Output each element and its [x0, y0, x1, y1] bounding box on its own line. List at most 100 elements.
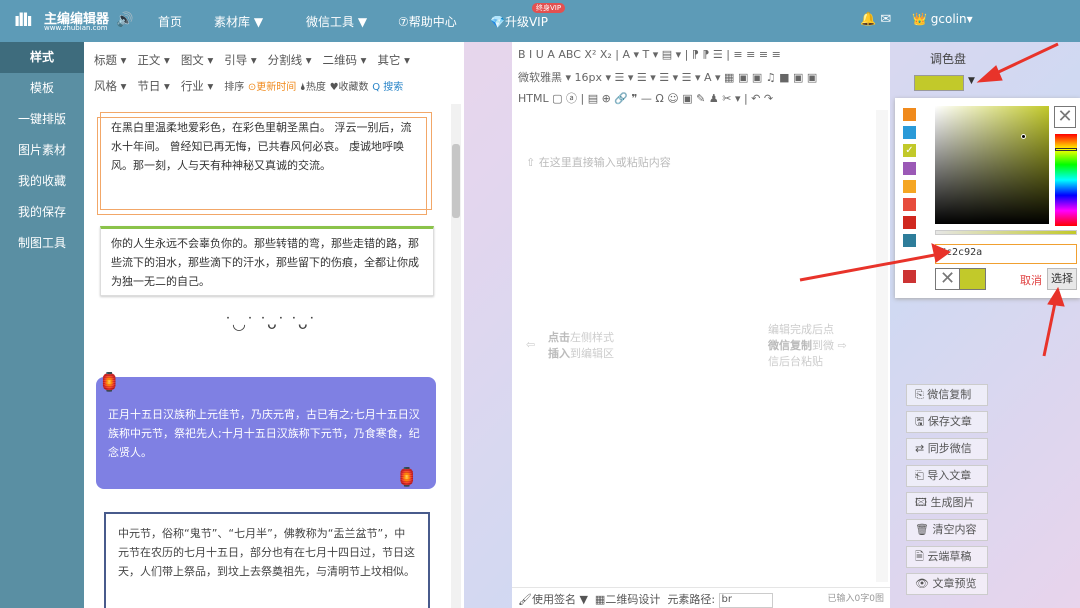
filter-qrcode[interactable]: 二维码 ▾ [323, 53, 367, 67]
arrow-left-icon: ⇦ [526, 338, 536, 351]
filter-style[interactable]: 风格 ▾ [94, 79, 126, 93]
sidebar-item-images[interactable]: 图片素材 [0, 135, 84, 166]
bell-icon[interactable]: 🔔 [860, 12, 876, 27]
styles-scrollbar[interactable] [451, 104, 461, 608]
palette-current-color[interactable] [914, 75, 964, 91]
filter-divider[interactable]: 分割线 ▾ [268, 53, 312, 67]
swatch-amber[interactable] [903, 180, 916, 193]
swatch-crimson[interactable] [903, 270, 916, 283]
sort-label: 排序 [224, 82, 245, 93]
chick-decoration[interactable]: ˙◡˙ ˙ᴗ˙ ˙ᴗ˙ [224, 314, 316, 333]
hex-input[interactable]: #c2c92a [935, 244, 1077, 264]
sidebar-item-styles[interactable]: 样式 [0, 42, 84, 73]
saturation-field[interactable] [935, 106, 1049, 224]
sort-update-time[interactable]: ⊙更新时间 [248, 82, 296, 93]
swatch-dark-red[interactable] [903, 216, 916, 229]
hint-right: 编辑完成后点 微信复制到微 ⇨ 信后台粘贴 [768, 323, 847, 368]
filter-title[interactable]: 标题 ▾ [94, 53, 126, 67]
style-card-1[interactable]: 在黑白里温柔地爱彩色，在彩色里朝圣黑白。 浮云一别后，流水十年间。 曾经知已再无… [97, 112, 432, 215]
filter-guide[interactable]: 引导 ▾ [224, 53, 256, 67]
sidebar-item-saved[interactable]: 我的保存 [0, 197, 84, 228]
mail-icon[interactable]: ✉ [880, 12, 891, 27]
style-card-4[interactable]: 中元节，俗称“鬼节”、“七月半”，佛教称为“盂兰盆节”，中元节在农历的七月十五日… [104, 512, 430, 608]
editor-toolbar-row-3[interactable]: HTML ▢ ⓐ | ▤ ⊕ 🔗 ❞ — Ω ☺ ▣ ✎ ♟ ✂ ▾ | ↶ ↷ [518, 90, 773, 106]
arrow-right-icon: ⇨ [837, 339, 847, 352]
cloud-draft-button[interactable]: 🗎 云端草稿 [906, 546, 988, 568]
editor-placeholder: ⇧ 在这里直接输入或粘贴内容 [526, 156, 671, 169]
styles-panel: 标题 ▾ 正文 ▾ 图文 ▾ 引导 ▾ 分割线 ▾ 二维码 ▾ 其它 ▾ 风格 … [84, 42, 464, 608]
style-card-2[interactable]: 你的人生永远不会辜负你的。那些转错的弯，那些走错的路，那些流下的泪水，那些滴下的… [100, 226, 434, 296]
editor-toolbar-row-2[interactable]: 微软雅黑 ▾ 16px ▾ ☰ ▾ ☰ ▾ ☰ ▾ ☰ ▾ A ▾ ▦ ▣ ▣ … [518, 69, 817, 85]
previous-color-none[interactable]: ✕ [935, 268, 960, 290]
arrow-to-swatch [989, 42, 1059, 78]
logo[interactable]: ıllı 主编编辑器 www.zhubian.com [14, 8, 114, 34]
speaker-icon[interactable]: 🔊 [116, 12, 133, 28]
arrow-to-choose [1042, 297, 1058, 357]
hue-slider[interactable] [1055, 134, 1077, 226]
import-article-button[interactable]: ⎗ 导入文章 [906, 465, 988, 487]
article-preview-button[interactable]: 👁 文章预览 [906, 573, 988, 595]
avatar-icon: 👑 [912, 12, 927, 26]
nav-help[interactable]: ⑦帮助中心 [398, 13, 457, 30]
left-sidebar: 样式 模板 一键排版 图片素材 我的收藏 我的保存 制图工具 [0, 42, 84, 608]
swatch-blue[interactable] [903, 126, 916, 139]
lantern-icon: 🏮 [395, 467, 418, 488]
filter-image-text[interactable]: 图文 ▾ [181, 53, 213, 67]
sidebar-item-auto-layout[interactable]: 一键排版 [0, 104, 84, 135]
username: gcolin▾ [930, 12, 973, 26]
qrcode-design-button[interactable]: ▦二维码设计 [595, 593, 660, 606]
sidebar-item-templates[interactable]: 模板 [0, 73, 84, 104]
clear-content-button[interactable]: 🗑 清空内容 [906, 519, 988, 541]
cancel-button[interactable]: 取消 [1020, 272, 1042, 288]
choose-button[interactable]: 选择 [1047, 268, 1077, 290]
hue-marker[interactable] [1055, 148, 1077, 151]
editor-content-area[interactable]: ⇧ 在这里直接输入或粘贴内容 ⇦ 点击左侧样式 插入到编辑区 编辑完成后点 微信… [512, 110, 890, 582]
signature-button[interactable]: 🖌使用签名 ▼ [518, 593, 588, 606]
swatch-olive-selected[interactable]: ✓ [903, 144, 916, 157]
char-count: 已输入0字0图 [827, 594, 884, 604]
alpha-slider[interactable] [935, 230, 1077, 235]
editor-toolbar-row-1[interactable]: B I U A ABC X² X₂ | A ▾ T ▾ ▤ ▾ | ⁋ ⁋ ☰ … [518, 48, 781, 61]
sort-popularity[interactable]: 🌢热度 [300, 82, 326, 93]
editor-panel: B I U A ABC X² X₂ | A ▾ T ▾ ▤ ▾ | ⁋ ⁋ ☰ … [512, 42, 890, 608]
editor-footer: 🖌使用签名 ▼ ▦二维码设计 元素路径: br 已输入0字0图 [512, 587, 890, 608]
sync-wechat-button[interactable]: ⇄ 同步微信 [906, 438, 988, 460]
swatch-teal[interactable] [903, 234, 916, 247]
sidebar-item-favorites[interactable]: 我的收藏 [0, 166, 84, 197]
color-picker-popup: ✓ ✕ #c2c92a ✕ 取消 选择 [895, 98, 1080, 298]
generate-image-button[interactable]: 🖾 生成图片 [906, 492, 988, 514]
card-4-text: 中元节，俗称“鬼节”、“七月半”，佛教称为“盂兰盆节”，中元节在农历的七月十五日… [118, 527, 415, 578]
filter-other[interactable]: 其它 ▾ [377, 53, 409, 67]
card-3-text: 正月十五日汉族称上元佳节，乃庆元宵，古已有之;七月十五日汉族称中元节，祭祀先人;… [108, 408, 420, 459]
wechat-copy-button[interactable]: ⎘ 微信复制 [906, 384, 988, 406]
filter-festival[interactable]: 节日 ▾ [137, 79, 169, 93]
logo-url: www.zhubian.com [44, 24, 108, 32]
scrollbar-thumb[interactable] [452, 144, 460, 218]
no-color-button[interactable]: ✕ [1054, 106, 1076, 128]
swatch-purple[interactable] [903, 162, 916, 175]
save-article-button[interactable]: 🖫 保存文章 [906, 411, 988, 433]
nav-home[interactable]: 首页 [158, 13, 182, 30]
vip-badge: 终身VIP [532, 3, 566, 13]
palette-dropdown-icon[interactable]: ▼ [968, 76, 975, 86]
top-bar: ıllı 主编编辑器 www.zhubian.com 🔊 首页 素材库 ▼ 微信… [0, 0, 1080, 42]
editor-scrollbar[interactable] [876, 110, 888, 582]
filter-row-2: 风格 ▾ 节日 ▾ 行业 ▾ 排序 ⊙更新时间 🌢热度 ♥收藏数 Q 搜索 [94, 78, 403, 94]
swatch-red[interactable] [903, 198, 916, 211]
search-button[interactable]: Q 搜索 [372, 82, 403, 93]
nav-materials[interactable]: 素材库 ▼ [214, 13, 263, 30]
nav-wechat-tools[interactable]: 微信工具 ▼ [306, 13, 367, 30]
user-menu[interactable]: 👑 gcolin▾ [912, 12, 973, 26]
element-path-label: 元素路径: [667, 593, 716, 606]
saturation-cursor[interactable] [1021, 134, 1026, 139]
swatch-orange[interactable] [903, 108, 916, 121]
filter-industry[interactable]: 行业 ▾ [181, 79, 213, 93]
style-card-3[interactable]: 正月十五日汉族称上元佳节，乃庆元宵，古已有之;七月十五日汉族称中元节，祭祀先人;… [96, 373, 436, 489]
element-path-select[interactable]: br [718, 592, 773, 608]
sidebar-item-drawing-tools[interactable]: 制图工具 [0, 228, 84, 259]
filter-body[interactable]: 正文 ▾ [137, 53, 169, 67]
sort-favorites[interactable]: ♥收藏数 [330, 82, 369, 93]
hint-left: ⇦ 点击左侧样式 插入到编辑区 [526, 331, 614, 360]
logo-icon: ıllı [14, 10, 33, 31]
nav-upgrade-vip[interactable]: 💎升级VIP [490, 13, 548, 30]
